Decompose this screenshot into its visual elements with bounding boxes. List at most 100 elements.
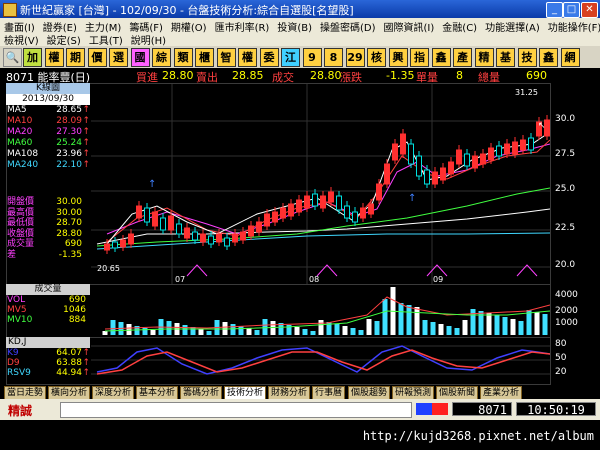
menu-item-10[interactable]: 功能選擇(A) <box>485 19 540 34</box>
menu-item-9[interactable]: 金融(C) <box>442 19 477 34</box>
tab-4[interactable]: 籌碼分析 <box>180 386 223 400</box>
volume-bar <box>198 329 204 335</box>
toolbar-button-9[interactable]: 智 <box>216 48 236 67</box>
ma-value: 27.30 <box>56 127 82 137</box>
candle-body <box>176 223 182 235</box>
tab-3[interactable]: 基本分析 <box>136 386 179 400</box>
toolbar-button-5[interactable]: 國 <box>130 48 150 67</box>
tab-6[interactable]: 財務分析 <box>268 386 311 400</box>
menu-item-secondary-2[interactable]: 工具(T) <box>89 32 123 47</box>
toolbar-button-2[interactable]: 期 <box>66 48 85 67</box>
volume-tick: 4000 <box>555 290 578 300</box>
volume-bar <box>318 320 324 335</box>
tab-0[interactable]: 當日走勢 <box>4 386 47 400</box>
candle-body <box>528 137 534 151</box>
close-button[interactable]: ✕ <box>581 2 598 18</box>
toolbar-button-23[interactable]: 技 <box>517 48 537 67</box>
toolbar-button-12[interactable]: 江 <box>281 48 300 67</box>
candle-body <box>224 237 230 247</box>
toolbar-button-16[interactable]: 核 <box>367 48 386 67</box>
toolbar-button-0[interactable]: 加 <box>23 48 42 67</box>
ma-value: 28.65 <box>56 105 82 115</box>
price-row: 差 -1.35 <box>6 250 90 261</box>
volume-bar <box>206 331 212 335</box>
month-label-09: 09 <box>433 275 443 284</box>
legend-date: 2013/09/30 <box>6 94 90 105</box>
candle-body <box>512 141 518 155</box>
toolbar-button-11[interactable]: 委 <box>259 48 279 67</box>
candle-body <box>448 161 454 175</box>
volume-bar <box>526 310 532 335</box>
minimize-button[interactable]: _ <box>546 2 563 18</box>
tab-11[interactable]: 產業分析 <box>480 386 523 400</box>
menu-item-1[interactable]: 證券(E) <box>43 19 77 34</box>
menu-item-8[interactable]: 國際資訊(I) <box>384 19 435 34</box>
toolbar: 🔍 加權期價選國綜類櫃智權委江 9 8 29 核興指鑫產精基技鑫網 <box>0 46 600 69</box>
kd-arrow-icon: ↑ <box>82 368 90 378</box>
toolbar-button-17[interactable]: 興 <box>388 48 408 67</box>
menu-item-11[interactable]: 功能操作(F) <box>548 19 600 34</box>
volume-bar <box>294 327 300 335</box>
toolbar-button-21[interactable]: 精 <box>474 48 494 67</box>
tab-9[interactable]: 研報預測 <box>392 386 435 400</box>
toolbar-button-18[interactable]: 指 <box>410 48 429 67</box>
low-price-label: 20.65 <box>97 264 120 273</box>
tab-1[interactable]: 橫向分析 <box>48 386 91 400</box>
volume-bar <box>502 317 508 335</box>
candle-body <box>304 195 310 209</box>
toolbar-button-20[interactable]: 產 <box>453 48 472 67</box>
menu-item-3[interactable]: 籌碼(F) <box>129 19 163 34</box>
kd-row: K9 64.07 ↑ <box>6 348 90 358</box>
toolbar-button-13[interactable]: 9 <box>302 48 322 67</box>
tab-10[interactable]: 個股新聞 <box>436 386 479 400</box>
tab-2[interactable]: 深度分析 <box>92 386 135 400</box>
kd-row: RSV9 44.94 ↑ <box>6 368 90 378</box>
tab-5[interactable]: 技術分析 <box>224 386 267 400</box>
connection-indicator-icon <box>416 403 448 415</box>
volume-bar <box>310 331 316 335</box>
status-stock-code[interactable]: 8071 <box>452 402 512 417</box>
toolbar-button-8[interactable]: 櫃 <box>195 48 214 67</box>
price-row-value: -1.35 <box>58 249 82 260</box>
menu-item-4[interactable]: 期權(O) <box>171 19 207 34</box>
menu-item-2[interactable]: 主力(M) <box>85 19 121 34</box>
month-label-07: 07 <box>175 275 185 284</box>
menu-row-main: 畫面(I) 證券(E) 主力(M) 籌碼(F) 期權(O) 匯市利率(R) 投資(B) 操盤密… <box>4 19 600 34</box>
candle-body <box>440 167 446 181</box>
toolbar-button-10[interactable]: 權 <box>238 48 257 67</box>
candle-body <box>144 207 150 223</box>
tab-8[interactable]: 個股趨勢 <box>348 386 391 400</box>
change-value: -1.35 <box>386 69 415 82</box>
menu-item-5[interactable]: 匯市利率(R) <box>215 19 270 34</box>
menu-item-6[interactable]: 投資(B) <box>277 19 312 34</box>
search-icon[interactable]: 🔍 <box>3 48 22 67</box>
toolbar-button-24[interactable]: 鑫 <box>539 48 558 67</box>
menu-item-secondary-0[interactable]: 檢視(V) <box>4 32 39 47</box>
price-legend: K線圖 2013/09/30 MA5 28.65 ↑ MA10 28.09 ↑ MA20 27.3… <box>6 83 90 273</box>
menu-item-secondary-3[interactable]: 說明(H) <box>131 32 166 47</box>
candle-body <box>400 133 406 155</box>
menu-item-secondary-1[interactable]: 設定(S) <box>47 32 81 47</box>
ma-row: MA20 27.30 ↑ <box>6 127 90 138</box>
toolbar-button-4[interactable]: 選 <box>109 48 128 67</box>
menu-item-0[interactable]: 畫面(I) <box>4 19 35 34</box>
toolbar-button-3[interactable]: 價 <box>87 48 107 67</box>
price-row: 最低價 28.70 <box>6 218 90 229</box>
candle-body <box>320 195 326 209</box>
price-tick: 20.0 <box>555 260 576 270</box>
toolbar-button-14[interactable]: 8 <box>324 48 343 67</box>
toolbar-button-22[interactable]: 基 <box>496 48 515 67</box>
ma-row: MA5 28.65 ↑ <box>6 105 90 116</box>
toolbar-button-7[interactable]: 類 <box>173 48 193 67</box>
toolbar-button-19[interactable]: 鑫 <box>431 48 451 67</box>
tab-7[interactable]: 行事曆 <box>312 386 346 400</box>
toolbar-button-15[interactable]: 29 <box>345 48 365 67</box>
menu-item-7[interactable]: 操盤密碼(D) <box>320 19 376 34</box>
kd-arrow-icon: ↑ <box>82 348 90 358</box>
toolbar-button-25[interactable]: 網 <box>560 48 580 67</box>
volume-bar <box>366 319 372 335</box>
maximize-button[interactable]: □ <box>563 2 580 18</box>
ma-row: MA60 25.24 ↑ <box>6 138 90 149</box>
toolbar-button-6[interactable]: 綜 <box>152 48 171 67</box>
toolbar-button-1[interactable]: 權 <box>44 48 64 67</box>
